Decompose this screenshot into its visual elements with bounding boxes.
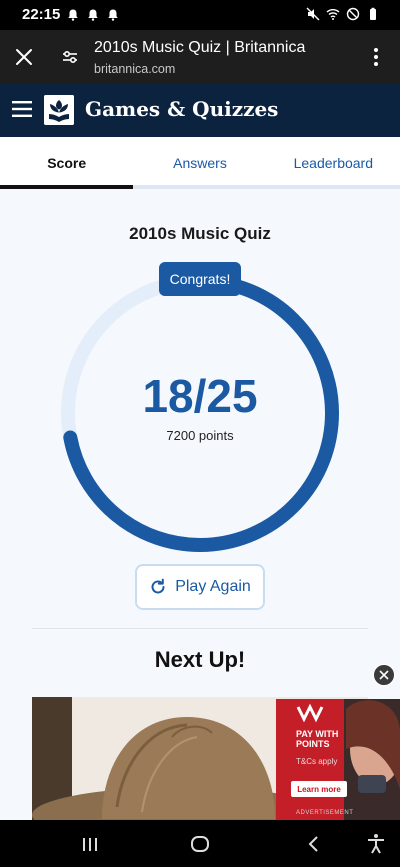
status-time: 22:15 (22, 6, 61, 23)
next-up-heading: Next Up! (154, 647, 246, 672)
score-panel: 2010s Music Quiz Congrats! 18/25 7200 po… (0, 189, 400, 820)
play-again-label: Play Again (175, 578, 251, 595)
home-icon[interactable] (188, 832, 212, 856)
tab-leaderboard[interactable]: Leaderboard (266, 137, 400, 189)
quiz-title: 2010s Music Quiz (129, 224, 271, 243)
tab-score[interactable]: Score (0, 137, 134, 189)
mute-icon (306, 7, 320, 21)
back-icon[interactable] (302, 832, 326, 856)
tab-label: Answers (173, 155, 227, 171)
site-title[interactable]: Games & Quizzes (85, 97, 278, 121)
tab-label: Score (47, 155, 87, 171)
site-header: Games & Quizzes (0, 83, 400, 137)
bell-icon (68, 9, 78, 21)
result-tabs: Score Answers Leaderboard (0, 137, 400, 189)
ad-background (276, 699, 400, 820)
ad-headline: PAY WITH POINTS (296, 729, 338, 749)
congrats-badge: Congrats! (159, 262, 241, 296)
bell-icon (108, 9, 118, 21)
ad-headline-line2: POINTS (296, 739, 330, 749)
advertisement[interactable]: PAY WITH POINTS T&Cs apply Learn more AD… (276, 699, 400, 820)
hamburger-menu-icon[interactable] (12, 100, 32, 118)
refresh-icon (151, 578, 165, 594)
play-again-button[interactable]: Play Again (135, 564, 265, 610)
ad-subtext: T&Cs apply (296, 757, 338, 766)
system-icons (306, 7, 380, 21)
system-nav-bar (0, 820, 400, 867)
more-options-icon[interactable] (364, 45, 388, 69)
ad-close-button[interactable] (373, 664, 395, 686)
tab-answers[interactable]: Answers (133, 137, 267, 189)
accessibility-icon[interactable] (364, 832, 388, 856)
notification-icons (66, 8, 120, 22)
ad-label: ADVERTISEMENT (296, 810, 354, 816)
close-icon (379, 670, 389, 680)
divider (32, 628, 368, 629)
battery-icon (370, 7, 376, 20)
ad-headline-line1: PAY WITH (296, 729, 339, 739)
do-not-disturb-icon (346, 7, 360, 21)
site-settings-icon[interactable] (58, 45, 82, 69)
bell-icon (88, 9, 98, 21)
close-icon[interactable] (12, 45, 36, 69)
recent-apps-icon[interactable] (78, 832, 102, 856)
browser-toolbar: 2010s Music Quiz | Britannica britannica… (0, 30, 400, 83)
status-bar: 22:15 (0, 0, 400, 30)
score-value: 18/25 (142, 370, 258, 422)
britannica-logo[interactable] (44, 95, 74, 125)
page-title[interactable]: 2010s Music Quiz | Britannica (94, 39, 305, 57)
ad-learn-more-button[interactable]: Learn more (291, 781, 347, 797)
wifi-icon (326, 9, 340, 20)
page-domain[interactable]: britannica.com (94, 62, 175, 76)
points-value: 7200 points (166, 428, 234, 443)
tab-label: Leaderboard (293, 155, 374, 171)
